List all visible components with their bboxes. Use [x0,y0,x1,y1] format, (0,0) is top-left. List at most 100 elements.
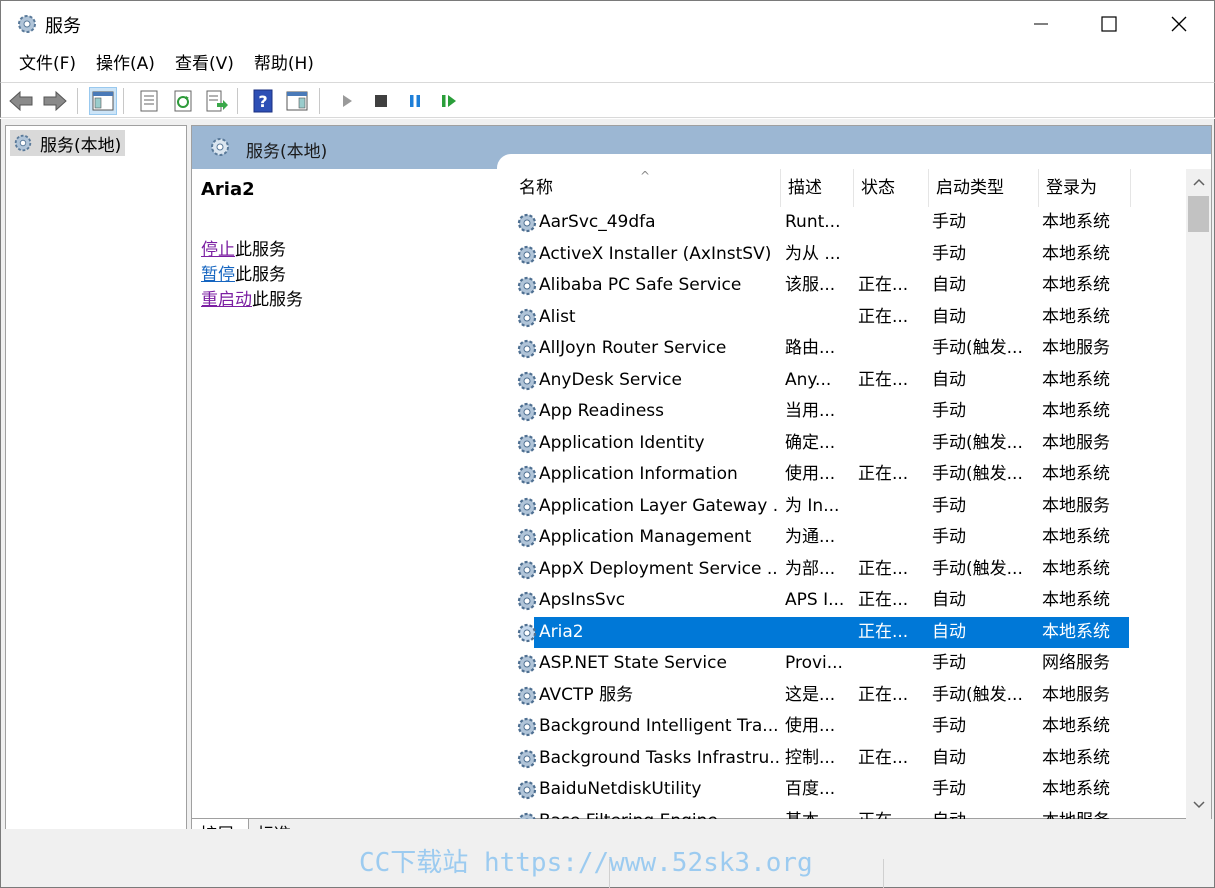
action-pause: 暂停此服务 [201,260,286,285]
services-list: 名称 ^ 描述 状态 启动类型 登录为 AarSvc_49dfa Runt... 手… [512,169,1192,819]
service-startup-type: 手动(触发... [932,464,1023,484]
column-header-logon-as[interactable]: 登录为 [1039,169,1131,207]
menu-action[interactable]: 操作(A) [86,46,165,82]
service-logon-as: 本地系统 [1042,747,1110,768]
watermark: CC下载站 https://www.52sk3.org [359,848,813,878]
sort-ascending-icon: ^ [640,169,651,183]
toolbar-separator [123,88,124,114]
service-row[interactable]: AnyDesk Service Any... 正在... 自动 本地系统 [512,365,1132,397]
menu-file[interactable]: 文件(F) [9,46,86,82]
maximize-button[interactable] [1074,1,1144,47]
service-description: APS I... [785,590,845,610]
properties-button[interactable] [135,87,163,115]
refresh-button[interactable] [169,87,197,115]
scroll-down-button[interactable] [1186,794,1211,816]
close-button[interactable] [1144,1,1214,47]
service-name: Application Layer Gateway ... [539,495,779,516]
service-name: Application Information [539,464,738,484]
service-name: ASP.NET State Service [539,653,727,673]
service-gear-icon [517,780,537,800]
service-gear-icon [517,402,537,422]
stop-service-link[interactable]: 停止 [201,240,235,260]
service-row[interactable]: BaiduNetdiskUtility 百度... 手动 本地系统 [512,774,1132,806]
forward-button[interactable] [41,87,69,115]
start-service-button[interactable] [333,87,361,115]
service-row[interactable]: ApsInsSvc APS I... 正在... 自动 本地系统 [512,585,1132,617]
service-row[interactable]: Base Filtering Engine 基本... 正在... 自动本地服务 [512,806,1132,819]
refresh-icon [174,90,192,112]
service-row[interactable]: AVCTP 服务 这是... 正在... 手动(触发... 本地服务 [512,680,1132,712]
column-header-description[interactable]: 描述 [781,169,854,207]
service-gear-icon [517,308,537,327]
service-status: 正在... [858,621,909,642]
service-status: 正在... [858,464,909,484]
service-name: Application Identity [539,432,705,453]
service-status [858,333,928,364]
service-logon-as: 本地服务 [1042,684,1110,705]
service-name: ActiveX Installer (AxInstSV) [539,243,772,264]
service-startup-type: 自动 [932,275,966,295]
service-startup-type: 手动 [932,716,966,736]
service-logon-as: 本地系统 [1042,212,1110,232]
action-pane-icon [286,91,308,111]
column-header-startup-type[interactable]: 启动类型 [929,169,1039,207]
toolbar: ? [0,82,1215,118]
pause-service-button[interactable] [401,87,429,115]
service-row[interactable]: ActiveX Installer (AxInstSV) 为从 ... 手动 本地系统 [512,239,1132,271]
service-logon-as: 本地服务 [1042,432,1110,453]
help-button[interactable]: ? [249,87,277,115]
tree-item-services-local[interactable]: 服务(本地) [10,130,126,156]
minimize-button[interactable] [1006,1,1076,47]
service-row[interactable]: Background Intelligent Tra... 使用... 手动 本地系统 [512,711,1132,743]
restart-service-link[interactable]: 重启动 [201,290,252,310]
pause-service-link[interactable]: 暂停 [201,265,235,285]
show-hide-console-tree-button[interactable] [89,87,117,115]
service-row[interactable]: Background Tasks Infrastru... 控制... 正在... 自… [512,743,1132,775]
menu-view[interactable]: 查看(V) [165,46,244,82]
scroll-up-button[interactable] [1186,171,1211,193]
service-name: AllJoyn Router Service [539,338,727,358]
service-logon-as: 本地系统 [1042,306,1110,327]
service-logon-as: 本地系统 [1042,243,1110,264]
service-row[interactable]: Application Identity 确定... 手动(触发... 本地服务 [512,428,1132,460]
service-row[interactable]: Application Layer Gateway ... 为 In... 手动 本地… [512,491,1132,523]
service-row[interactable]: AarSvc_49dfa Runt... 手动 本地系统 [512,207,1132,239]
service-startup-type: 手动 [932,653,966,673]
export-list-button[interactable] [203,87,231,115]
service-startup-type: 手动 [932,401,966,421]
tree-item-label: 服务(本地) [40,135,122,156]
back-button[interactable] [7,87,35,115]
menu-help[interactable]: 帮助(H) [244,46,324,82]
service-name: Alist [539,306,576,327]
service-logon-as: 本地服务 [1042,338,1110,358]
forward-icon [43,90,67,112]
service-gear-icon [517,623,537,642]
service-gear-icon [517,465,537,485]
service-row[interactable]: Alibaba PC Safe Service 该服... 正在... 自动 本地系统 [512,270,1132,302]
service-logon-as: 本地服务 [1042,495,1110,516]
resume-service-button[interactable] [435,87,463,115]
vertical-scrollbar[interactable] [1186,169,1211,819]
service-row[interactable]: Aria2 正在... 自动 本地系统 [512,616,1132,649]
service-row[interactable]: AppX Deployment Service ... 为部... 正在... 手动(… [512,554,1132,586]
stop-service-button[interactable] [367,87,395,115]
service-row[interactable]: Application Management 为通... 手动 本地系统 [512,522,1132,554]
service-row[interactable]: ASP.NET State Service Provi... 手动 网络服务 [512,648,1132,680]
column-header-name[interactable]: 名称 ^ [512,169,781,207]
service-status [858,491,928,522]
service-row[interactable]: Application Information 使用... 正在... 手动(触发..… [512,459,1132,491]
action-pane-button[interactable] [283,87,311,115]
service-description: 这是... [785,684,836,705]
column-header-status[interactable]: 状态 [854,169,929,207]
service-row[interactable]: App Readiness 当用... 手动 本地系统 [512,396,1132,428]
service-gear-icon [517,654,537,674]
service-row[interactable]: AllJoyn Router Service 路由... 手动(触发... 本地服务 [512,333,1132,365]
service-row[interactable]: Alist 正在... 自动 本地系统 [512,302,1132,334]
scroll-thumb[interactable] [1188,196,1209,232]
service-startup-type: 手动 [932,212,966,232]
svg-text:?: ? [258,92,267,111]
service-description [785,302,851,333]
service-name: AarSvc_49dfa [539,212,656,232]
service-description: 为部... [785,558,836,579]
main-area: 服务(本地) 服务(本地) Aria2 停止此服务 暂停此服务 重启动此服务 名… [0,119,1215,859]
